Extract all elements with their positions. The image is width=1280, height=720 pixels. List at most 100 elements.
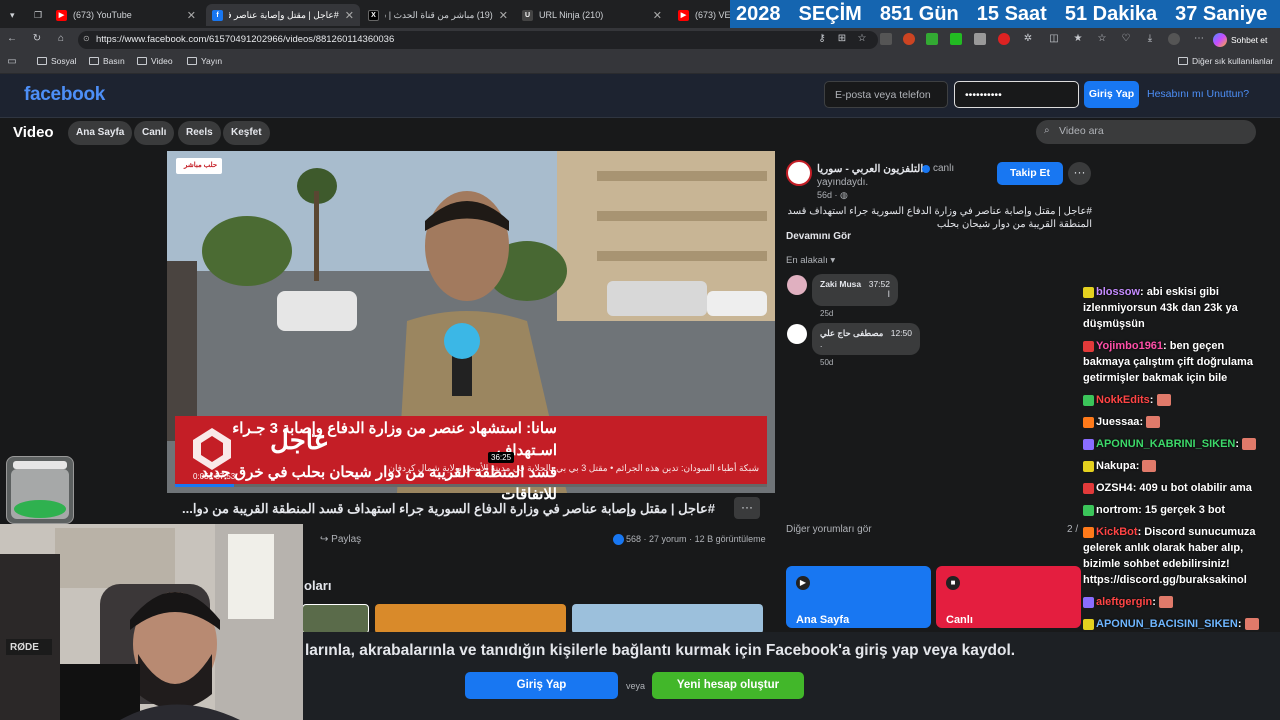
card-label: Ana Sayfa	[796, 614, 850, 626]
downloads-icon[interactable]: ⤓	[1144, 33, 1156, 45]
chat-username[interactable]: Nakupa	[1096, 460, 1136, 472]
login-button[interactable]: Giriş Yap	[465, 672, 618, 699]
chat-username[interactable]: aleftgergin	[1096, 596, 1152, 608]
bookmark-basin[interactable]: Basın	[89, 56, 125, 66]
chat-message: APONUN_KABRINI_SIKEN:	[1083, 436, 1273, 452]
progress-track[interactable]	[175, 484, 767, 487]
breaking-label: عاجل	[270, 425, 330, 455]
back-icon[interactable]: ←	[6, 33, 18, 45]
tab-x[interactable]: X (19) مباشر من قناة الحدث | سوريا... ✕	[362, 4, 514, 26]
see-more-link[interactable]: Devamını Gör	[786, 231, 851, 242]
reload-icon[interactable]: ↻	[31, 33, 43, 45]
heart-icon[interactable]: ♡	[1120, 33, 1132, 45]
tab-url-ninja[interactable]: U URL Ninja (210) ✕	[516, 4, 668, 26]
chat-username[interactable]: Yojimbo1961	[1096, 340, 1163, 352]
tab-kesfet[interactable]: Keşfet	[223, 121, 270, 145]
extensions-puzzle-icon[interactable]: ✲	[1022, 33, 1034, 45]
password-field[interactable]: ••••••••••	[954, 81, 1079, 108]
url-field[interactable]: ⊙ https://www.facebook.com/6157049120296…	[78, 31, 878, 49]
video-stats: 568 · 27 yorum · 12 B görüntüleme	[613, 534, 766, 546]
sort-label: En alakalı	[786, 255, 828, 266]
chat-username[interactable]: APONUN_KABRINI_SIKEN	[1096, 438, 1235, 450]
chat-username[interactable]: NokkEdits	[1096, 394, 1150, 406]
bookmark-sosyal[interactable]: Sosyal	[37, 56, 77, 66]
forgot-password-link[interactable]: Hesabını mı Unuttun?	[1147, 88, 1249, 100]
close-icon[interactable]: ✕	[187, 9, 196, 22]
extension-icon[interactable]	[880, 33, 892, 45]
bookmark-video[interactable]: Video	[137, 56, 173, 66]
nav-card-home[interactable]: ▶ Ana Sayfa	[786, 566, 931, 628]
share-button[interactable]: ↪ Paylaş	[320, 534, 361, 545]
video-search-input[interactable]: ⌕ Video ara	[1036, 120, 1256, 144]
news-ticker: شبكة أطباء السودان: تدين هذه الجرائم • م…	[388, 463, 759, 473]
tab-facebook[interactable]: f #عاجل | مقتل وإصابة عناصر في وزا ✕	[206, 4, 360, 26]
follow-button[interactable]: Takip Et	[997, 162, 1063, 185]
extension-icon[interactable]	[926, 33, 938, 45]
login-button[interactable]: Giriş Yap	[1084, 81, 1139, 108]
more-options-button[interactable]: ···	[1068, 162, 1091, 185]
chevron-down-icon: ▾	[830, 255, 836, 266]
copilot-chat-button[interactable]: Sohbet et	[1213, 32, 1267, 48]
chat-username[interactable]: blossow	[1096, 286, 1140, 298]
channel-name[interactable]: التلفزيون العربي - سوريا	[817, 163, 923, 175]
site-info-icon[interactable]: ⊙	[83, 34, 90, 43]
app-available-icon[interactable]: ⊞	[836, 33, 848, 45]
favorites-icon[interactable]: ★	[1072, 33, 1084, 45]
tab-youtube[interactable]: ▶ (673) YouTube ✕	[50, 4, 202, 26]
split-screen-icon[interactable]: ◫	[1048, 33, 1060, 45]
email-field[interactable]: E-posta veya telefon	[824, 81, 948, 108]
tab-canli[interactable]: Canlı	[134, 121, 175, 145]
nav-card-live[interactable]: ■ Canlı	[936, 566, 1081, 628]
other-bookmarks[interactable]: Diğer sık kullanılanlar	[1178, 56, 1273, 66]
chat-emote-icon	[1146, 416, 1161, 429]
workspaces-icon[interactable]: ❐	[28, 4, 44, 26]
chat-separator: :	[1152, 596, 1159, 608]
tab-actions-icon[interactable]: ▾	[4, 4, 24, 26]
facebook-logo[interactable]: facebook	[24, 84, 105, 106]
tab-reels[interactable]: Reels	[178, 121, 221, 145]
home-icon[interactable]: ⌂	[55, 33, 67, 45]
more-options-button[interactable]: ···	[734, 497, 760, 519]
close-icon[interactable]: ✕	[345, 9, 354, 22]
related-thumbnail[interactable]	[572, 604, 763, 634]
comment-count[interactable]: 27 yorum	[649, 534, 687, 544]
close-icon[interactable]: ✕	[653, 9, 662, 22]
chat-username[interactable]: OZSH4	[1096, 482, 1133, 494]
comment-sort-dropdown[interactable]: En alakalı ▾	[786, 255, 835, 266]
close-icon[interactable]: ✕	[499, 9, 508, 22]
bookmark-yayin[interactable]: Yayın	[187, 56, 222, 66]
tab-ana-sayfa[interactable]: Ana Sayfa	[68, 121, 133, 145]
extension-icon[interactable]	[903, 33, 915, 45]
create-account-button[interactable]: Yeni hesap oluştur	[652, 672, 804, 699]
chat-username[interactable]: APONUN_BACISINI_SIKEN	[1096, 618, 1238, 630]
webcam-image	[0, 524, 303, 720]
bookmark-label: Sosyal	[51, 56, 77, 66]
settings-more-icon[interactable]: ⋯	[1193, 33, 1205, 45]
more-comments-link[interactable]: Diğer yorumları gör	[786, 524, 872, 535]
comment-author[interactable]: Zaki Musa	[820, 279, 861, 289]
comment-author[interactable]: مصطفى حاج علي	[820, 328, 883, 338]
related-thumbnail[interactable]	[375, 604, 566, 634]
chat-username[interactable]: KickBot	[1096, 526, 1138, 538]
profile-avatar[interactable]	[1168, 33, 1180, 45]
extension-icon[interactable]	[950, 33, 962, 45]
avatar[interactable]	[787, 275, 807, 295]
extension-icon[interactable]	[998, 33, 1010, 45]
chat-username[interactable]: Juessaa	[1096, 416, 1139, 428]
channel-avatar[interactable]	[786, 160, 812, 186]
collections-icon[interactable]: ☆	[1096, 33, 1108, 45]
key-icon[interactable]: ⚷	[816, 33, 828, 45]
chat-username[interactable]: nortrom	[1096, 504, 1138, 516]
extension-icon[interactable]	[974, 33, 986, 45]
verified-icon	[922, 165, 930, 173]
related-thumbnail[interactable]	[302, 604, 369, 634]
favorite-star-icon[interactable]: ☆	[856, 33, 868, 45]
tab-youtube-2[interactable]: ▶ (673) VENE	[672, 4, 732, 26]
copilot-icon	[1213, 33, 1227, 47]
chat-badge-icon	[1083, 504, 1094, 516]
avatar[interactable]	[787, 324, 807, 344]
like-count[interactable]: 568	[626, 534, 641, 544]
reading-list-icon[interactable]: ▭	[6, 56, 18, 68]
globe-icon: ◍	[840, 190, 848, 200]
post-time: 56d · ◍	[817, 190, 848, 200]
